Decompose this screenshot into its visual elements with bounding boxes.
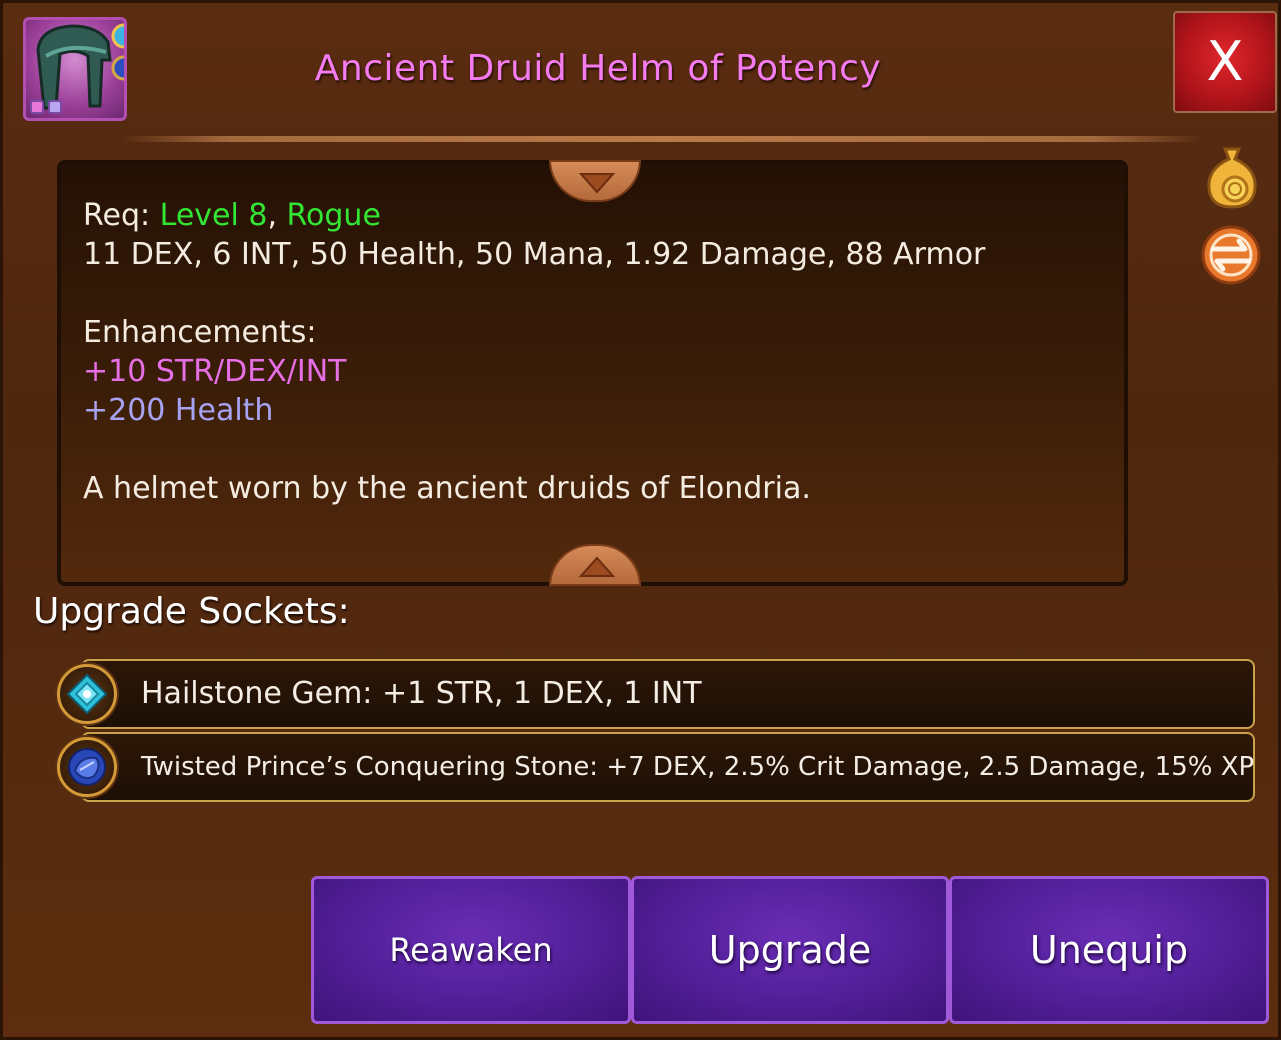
enhancements-heading: Enhancements: [83, 315, 317, 350]
enhancement-health: +200 Health [83, 393, 274, 428]
item-title: Ancient Druid Helm of Potency [314, 48, 882, 89]
reawaken-button[interactable]: Reawaken [311, 876, 631, 1024]
enhancement-stat: +10 STR/DEX/INT [83, 354, 347, 389]
unequip-button[interactable]: Unequip [949, 876, 1269, 1024]
socket-label: Twisted Prince’s Conquering Stone: +7 DE… [141, 752, 1255, 782]
stats-line: 11 DEX, 6 INT, 50 Health, 50 Mana, 1.92 … [83, 237, 986, 272]
rarity-dot-pink [30, 100, 44, 114]
upgrade-button[interactable]: Upgrade [631, 876, 949, 1024]
hailstone-gem-icon [57, 664, 117, 724]
scroll-up-button[interactable] [549, 544, 641, 586]
socket-row-conquering-stone[interactable]: Twisted Prince’s Conquering Stone: +7 DE… [57, 732, 1255, 802]
socket-label: Hailstone Gem: +1 STR, 1 DEX, 1 INT [141, 676, 702, 711]
close-button[interactable]: X [1173, 11, 1277, 113]
req-level: Level 8 [159, 198, 268, 233]
rarity-dot-lavender [48, 100, 62, 114]
gold-bag-icon[interactable] [1203, 145, 1261, 215]
conquering-stone-icon [57, 737, 117, 797]
header-divider [121, 136, 1201, 142]
req-separator: , [267, 198, 287, 233]
req-class: Rogue [286, 198, 381, 233]
socket-row-hailstone[interactable]: Hailstone Gem: +1 STR, 1 DEX, 1 INT [57, 659, 1255, 729]
item-detail-panel: Ancient Druid Helm of Potency X Req: Lev… [0, 0, 1281, 1040]
druid-helm-icon [23, 17, 127, 121]
flavor-text: A helmet worn by the ancient druids of E… [83, 471, 811, 506]
req-prefix: Req: [83, 198, 160, 233]
trade-swap-icon[interactable] [1199, 223, 1263, 291]
requirements-line: Req: Level 8, Rogue [83, 196, 1104, 235]
item-description-text: Req: Level 8, Rogue 11 DEX, 6 INT, 50 He… [83, 196, 1104, 508]
description-box[interactable]: Req: Level 8, Rogue 11 DEX, 6 INT, 50 He… [57, 160, 1128, 586]
upgrade-sockets-heading: Upgrade Sockets: [33, 591, 350, 632]
